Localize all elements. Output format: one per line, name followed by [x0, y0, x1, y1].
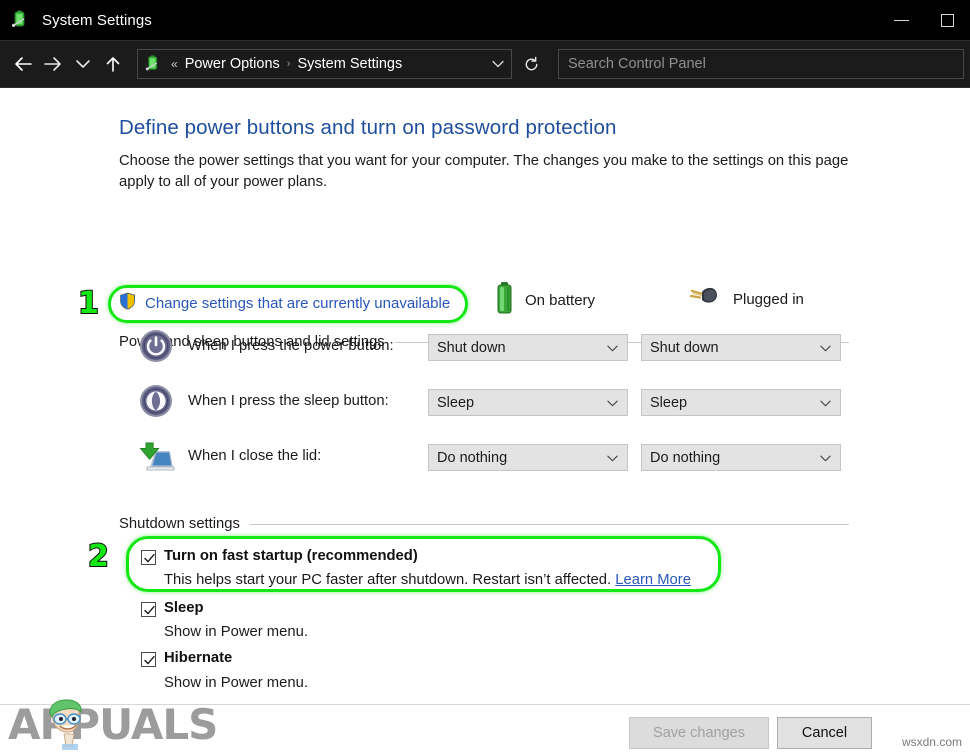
- checkmark-icon: [143, 654, 156, 667]
- combo-power-button-on-battery[interactable]: Shut down: [428, 334, 628, 361]
- system-settings-window: System Settings: [0, 0, 970, 755]
- checkbox-label-fast-startup: Turn on fast startup (recommended): [164, 548, 418, 564]
- combo-sleep-button-plugged-in[interactable]: Sleep: [641, 389, 841, 416]
- combo-sleep-button-on-battery[interactable]: Sleep: [428, 389, 628, 416]
- checkbox-label-sleep: Sleep: [164, 600, 203, 616]
- section-header-shutdown: Shutdown settings: [119, 516, 849, 532]
- back-button[interactable]: [8, 42, 38, 86]
- checkbox-hibernate[interactable]: [141, 652, 156, 667]
- chevron-down-icon: [820, 339, 831, 357]
- cancel-button[interactable]: Cancel: [777, 717, 872, 749]
- chevron-down-icon: [607, 339, 618, 357]
- change-settings-link-label: Change settings that are currently unava…: [145, 295, 450, 312]
- window-controls: [878, 0, 970, 40]
- battery-plug-icon: [10, 9, 32, 31]
- content-area: Define power buttons and turn on passwor…: [0, 89, 970, 704]
- chevron-down-icon: [491, 59, 505, 69]
- breadcrumb-item-power-options[interactable]: Power Options: [185, 56, 280, 72]
- checkbox-sleep[interactable]: [141, 602, 156, 617]
- checkbox-fast-startup[interactable]: [141, 550, 156, 565]
- search-input[interactable]: Search Control Panel: [558, 49, 964, 79]
- annotation-marker-1: 1: [78, 289, 99, 319]
- section-divider: [250, 524, 849, 525]
- title-bar: System Settings: [0, 0, 970, 40]
- combo-close-lid-on-battery[interactable]: Do nothing: [428, 444, 628, 471]
- checkmark-icon: [143, 552, 156, 565]
- chevron-down-icon: [607, 394, 618, 412]
- refresh-button[interactable]: [516, 49, 546, 79]
- change-settings-link[interactable]: Change settings that are currently unava…: [119, 292, 450, 315]
- column-header-on-battery: On battery: [495, 281, 595, 320]
- uac-shield-icon: [119, 292, 136, 315]
- arrow-left-icon: [13, 56, 33, 72]
- breadcrumb-separator-icon: ›: [287, 58, 291, 70]
- battery-plug-icon: [144, 54, 164, 74]
- maximize-icon: [941, 14, 954, 27]
- column-header-on-battery-label: On battery: [525, 292, 595, 309]
- arrow-up-icon: [105, 55, 121, 73]
- arrow-right-icon: [43, 56, 63, 72]
- column-header-plugged-in-label: Plugged in: [733, 291, 804, 308]
- column-header-plugged-in: Plugged in: [688, 283, 804, 316]
- breadcrumb-overflow-icon[interactable]: «: [171, 57, 178, 71]
- combo-value: Sleep: [437, 395, 474, 411]
- combo-power-button-plugged-in[interactable]: Shut down: [641, 334, 841, 361]
- window-title: System Settings: [42, 12, 152, 29]
- navigation-bar: « Power Options › System Settings Search…: [0, 40, 970, 88]
- up-button[interactable]: [98, 42, 128, 86]
- checkmark-icon: [143, 604, 156, 617]
- recent-locations-button[interactable]: [68, 42, 98, 86]
- source-watermark: wsxdn.com: [902, 735, 962, 749]
- page-description: Choose the power settings that you want …: [119, 151, 849, 193]
- checkbox-description-fast-startup: This helps start your PC faster after sh…: [164, 572, 691, 588]
- row-label-close-lid: When I close the lid:: [188, 448, 321, 464]
- minimize-button[interactable]: [878, 0, 924, 40]
- checkbox-description-sleep: Show in Power menu.: [164, 624, 308, 640]
- row-label-power-button: When I press the power button:: [188, 338, 394, 354]
- cancel-label: Cancel: [802, 725, 847, 741]
- chevron-down-icon: [75, 58, 91, 70]
- combo-value: Do nothing: [437, 450, 507, 466]
- address-bar[interactable]: « Power Options › System Settings: [137, 49, 512, 79]
- combo-value: Shut down: [437, 340, 506, 356]
- fast-startup-description-text: This helps start your PC faster after sh…: [164, 572, 611, 588]
- checkbox-description-hibernate: Show in Power menu.: [164, 675, 308, 691]
- minimize-icon: [894, 20, 909, 21]
- close-lid-icon: [137, 439, 171, 473]
- address-dropdown-button[interactable]: [485, 59, 511, 69]
- learn-more-link[interactable]: Learn More: [615, 572, 691, 588]
- sleep-moon-icon: [139, 384, 173, 418]
- save-changes-button[interactable]: Save changes: [629, 717, 769, 749]
- chevron-down-icon: [607, 449, 618, 467]
- checkbox-label-hibernate: Hibernate: [164, 650, 232, 666]
- row-label-sleep-button: When I press the sleep button:: [188, 393, 389, 409]
- combo-value: Shut down: [650, 340, 719, 356]
- save-changes-label: Save changes: [653, 725, 745, 741]
- combo-value: Do nothing: [650, 450, 720, 466]
- page-title: Define power buttons and turn on passwor…: [119, 116, 617, 140]
- power-plug-icon: [688, 283, 722, 316]
- battery-icon: [495, 281, 514, 320]
- combo-value: Sleep: [650, 395, 687, 411]
- power-button-icon: [139, 329, 173, 363]
- maximize-button[interactable]: [924, 0, 970, 40]
- chevron-down-icon: [820, 449, 831, 467]
- chevron-down-icon: [820, 394, 831, 412]
- combo-close-lid-plugged-in[interactable]: Do nothing: [641, 444, 841, 471]
- forward-button[interactable]: [38, 42, 68, 86]
- refresh-icon: [523, 56, 540, 73]
- breadcrumb-item-system-settings[interactable]: System Settings: [297, 56, 402, 72]
- annotation-marker-2: 2: [88, 542, 109, 572]
- search-placeholder: Search Control Panel: [568, 56, 706, 72]
- section-header-shutdown-label: Shutdown settings: [119, 516, 240, 532]
